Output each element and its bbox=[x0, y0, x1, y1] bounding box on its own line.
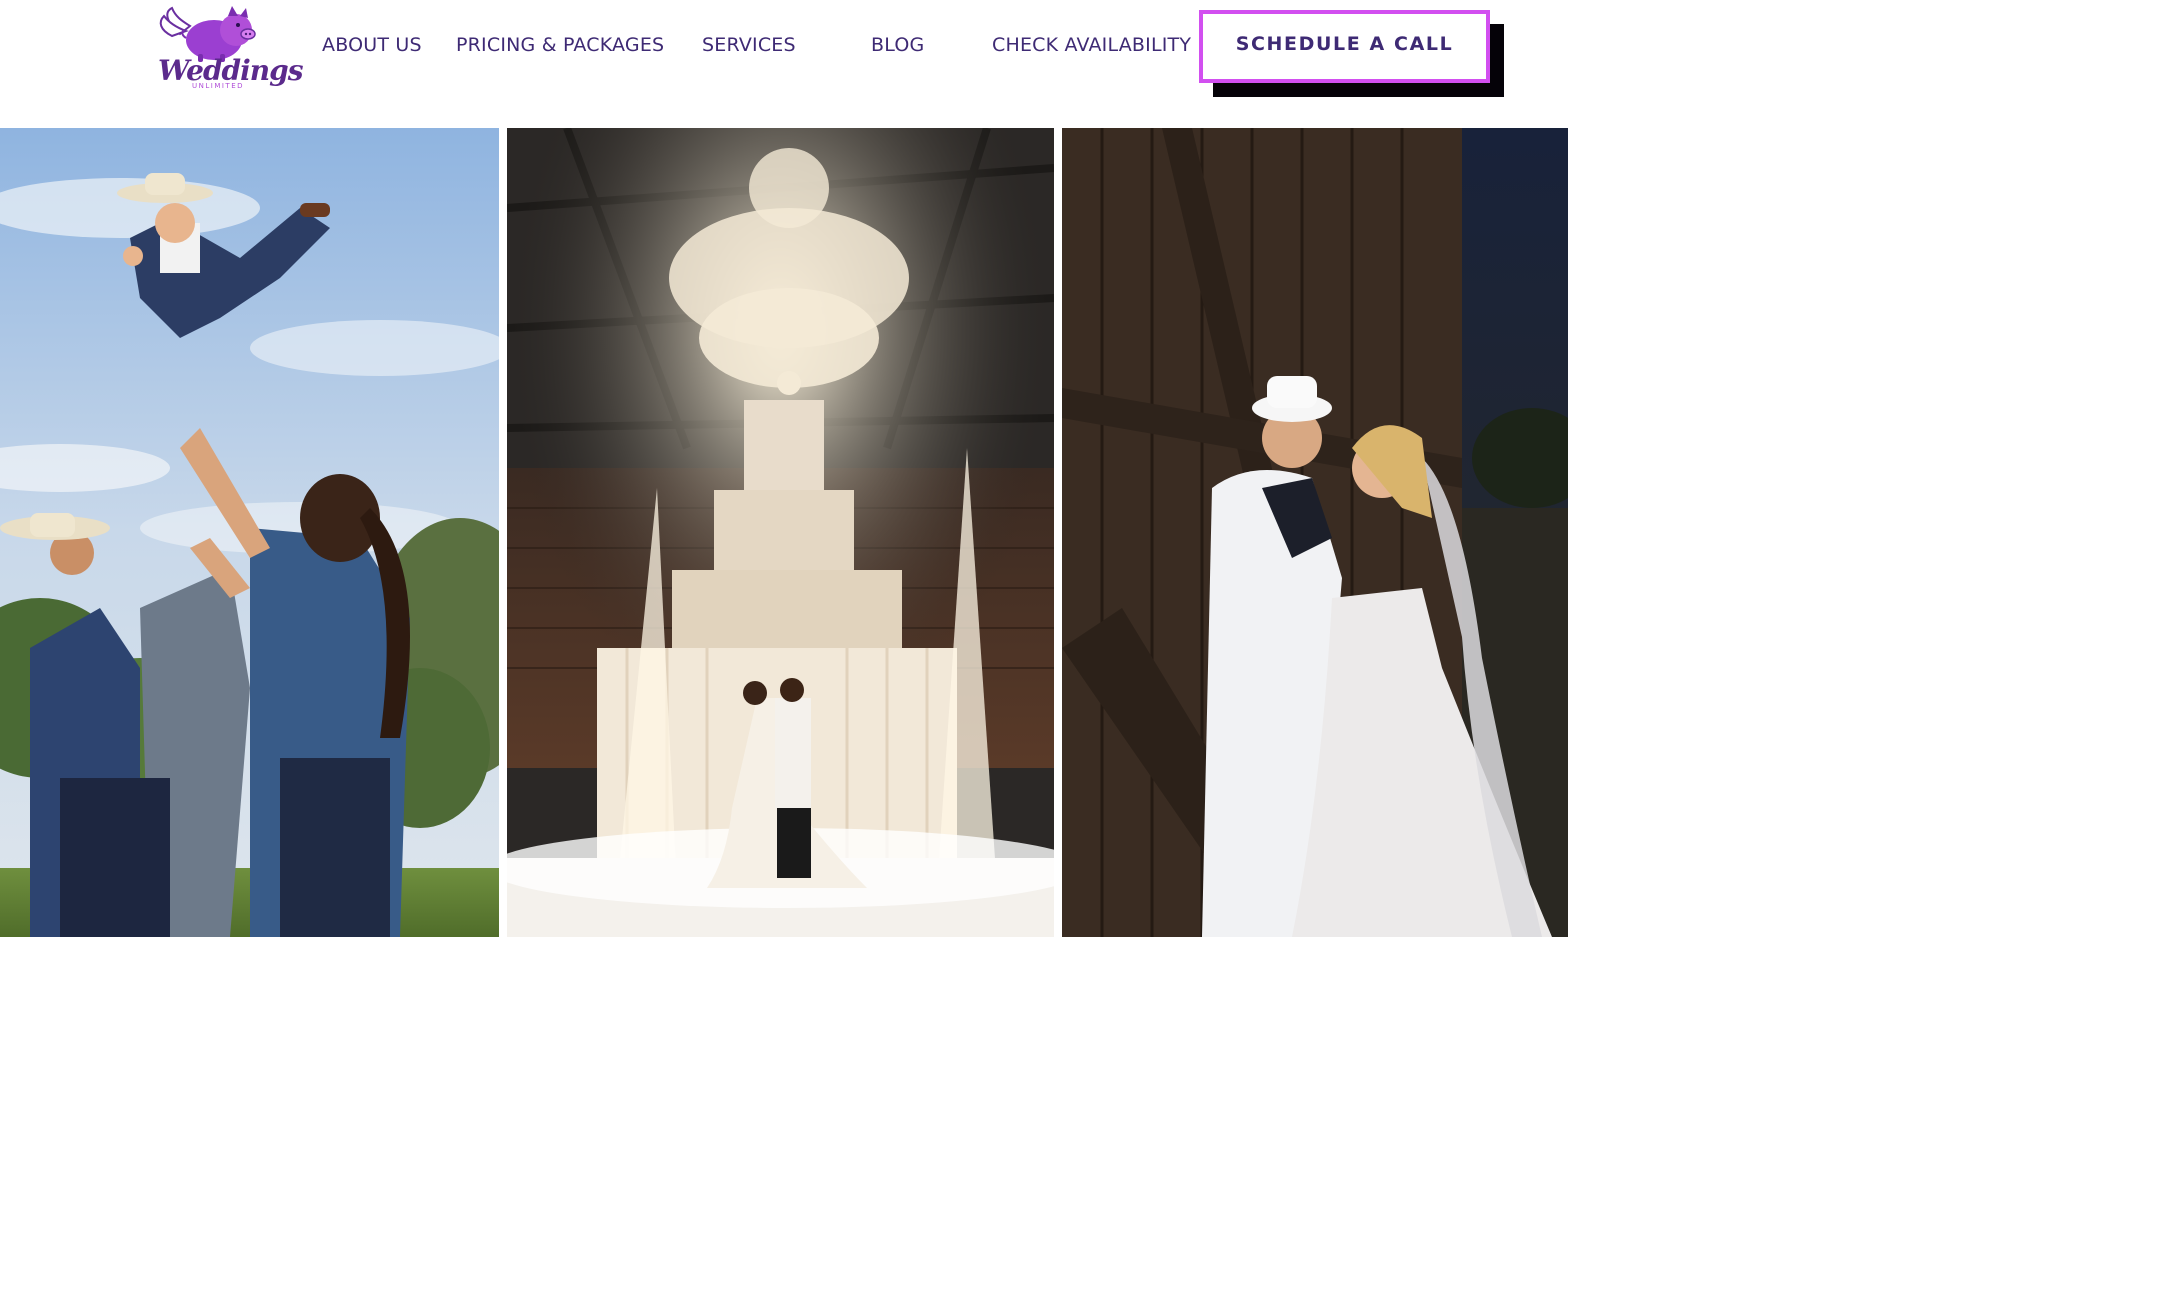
logo-wordmark: Weddings bbox=[158, 54, 303, 87]
gallery-photo-sailor-bride[interactable] bbox=[1062, 128, 1568, 937]
first-dance-image bbox=[507, 128, 1054, 937]
nav-services[interactable]: SERVICES bbox=[702, 32, 796, 58]
schedule-call-button[interactable]: SCHEDULE A CALL bbox=[1199, 10, 1490, 83]
gallery-photo-first-dance[interactable] bbox=[507, 128, 1054, 937]
groom-toss-image bbox=[0, 128, 499, 937]
nav-pricing-packages[interactable]: PRICING & PACKAGES bbox=[456, 32, 664, 58]
sailor-bride-image bbox=[1062, 128, 1568, 937]
nav-blog[interactable]: BLOG bbox=[871, 32, 924, 58]
site-header: Weddings UNLIMITED ABOUT US PRICING & PA… bbox=[0, 0, 1568, 128]
gallery-photo-groom-toss[interactable] bbox=[0, 128, 499, 937]
brand-logo[interactable]: Weddings UNLIMITED bbox=[158, 4, 303, 96]
nav-about-us[interactable]: ABOUT US bbox=[322, 32, 422, 58]
logo-tagline: UNLIMITED bbox=[192, 82, 245, 90]
nav-check-availability[interactable]: CHECK AVAILABILITY bbox=[992, 32, 1191, 58]
